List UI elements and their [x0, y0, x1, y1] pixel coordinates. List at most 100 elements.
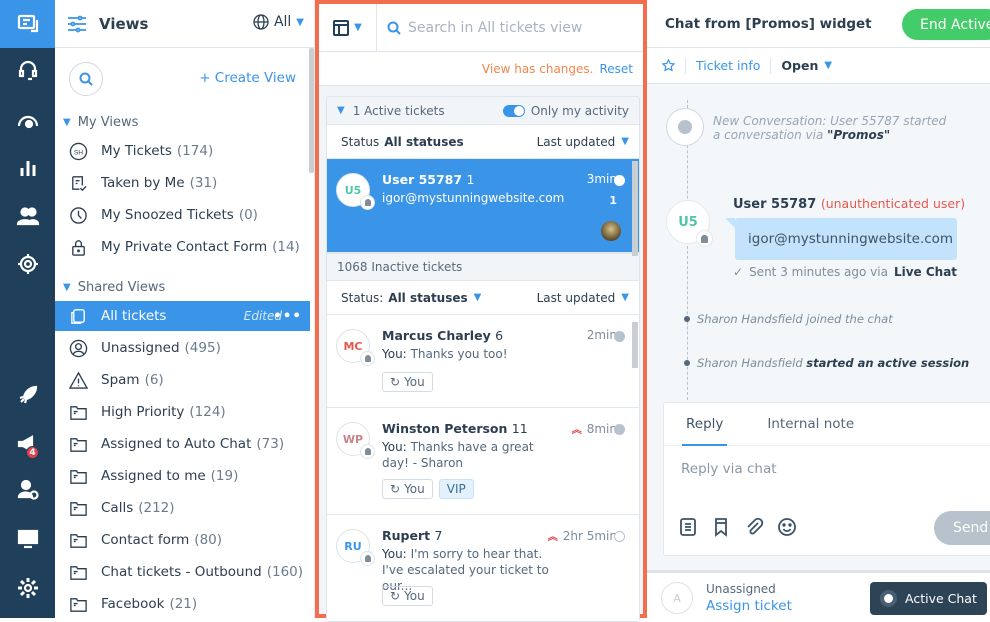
tab-reply[interactable]: Reply — [681, 416, 728, 446]
rail-settings[interactable] — [0, 568, 55, 608]
rail-rocket[interactable] — [0, 375, 55, 415]
view-count: (21) — [169, 596, 198, 612]
status-label: Status: — [341, 290, 384, 305]
toggle-switch[interactable] — [502, 104, 525, 117]
template-icon[interactable] — [678, 517, 698, 537]
view-assigned-to-me[interactable]: Assigned to me (19) — [55, 461, 310, 491]
active-chat-button[interactable]: Active Chat — [870, 582, 987, 615]
avatar-initials: U5 — [678, 214, 698, 230]
star-icon[interactable] — [662, 59, 675, 72]
event-dot — [684, 316, 690, 322]
view-label: My Tickets — [101, 143, 172, 159]
view-calls[interactable]: Calls (212) — [55, 493, 310, 523]
view-my-snoozed[interactable]: My Snoozed Tickets (0) — [55, 200, 310, 230]
inactive-list-scrollbar[interactable] — [632, 322, 638, 368]
rocket-icon — [19, 385, 37, 404]
folder-icon — [67, 465, 89, 487]
active-tickets-header[interactable]: ▼ 1 Active tickets Only my activity — [327, 97, 639, 125]
svg-text:SH: SH — [73, 149, 82, 156]
active-filter-bar: Status All statuses Last updated ▼ — [327, 125, 639, 159]
view-spam[interactable]: Spam (6) — [55, 365, 310, 395]
event-text: joined the chat — [806, 312, 893, 326]
customer-avatar: WP — [336, 422, 375, 459]
filter-sliders-icon[interactable] — [67, 15, 87, 33]
user-channel-icon — [614, 531, 625, 542]
view-my-tickets[interactable]: SH My Tickets (174) — [55, 136, 310, 166]
status-dropdown[interactable]: Open ▼ — [781, 58, 832, 73]
create-view-link[interactable]: + Create View — [199, 70, 296, 86]
rail-announcements[interactable]: 4 — [0, 424, 55, 464]
search-icon — [79, 72, 93, 86]
active-list-scrollbar[interactable] — [632, 161, 638, 256]
author-name: User 55787 — [733, 197, 817, 212]
assignment-footer: A Unassigned Assign ticket Active Chat — [647, 570, 990, 618]
status-filter[interactable]: All statuses — [388, 291, 467, 305]
dashboard-gauge-icon — [17, 115, 38, 129]
sort-dropdown[interactable]: Last updated ▼ — [537, 291, 629, 305]
attachment-icon[interactable] — [744, 517, 764, 537]
rail-conversations[interactable] — [0, 0, 55, 48]
shared-views-section-toggle[interactable]: ▼ Shared Views — [63, 280, 165, 295]
ticket-time: ︽ 2hr 5min — [547, 528, 617, 544]
end-active-button[interactable]: End Active — [902, 9, 990, 40]
views-search-button[interactable] — [69, 62, 103, 96]
ticket-search-input[interactable]: Search in All tickets view — [377, 20, 582, 36]
chevron-down-icon: ▼ — [473, 292, 482, 303]
folder-icon — [67, 529, 89, 551]
ticket-row[interactable]: WP Winston Peterson 11 You: Thanks have … — [327, 408, 639, 515]
rail-dashboard[interactable] — [0, 101, 55, 141]
send-button[interactable]: Send — [934, 511, 990, 545]
view-my-private-contact-form[interactable]: My Private Contact Form (14) — [55, 232, 310, 262]
message-count: 6 — [495, 328, 504, 343]
vip-tag: VIP — [438, 479, 474, 499]
rail-reports[interactable] — [0, 148, 55, 188]
target-icon — [17, 254, 38, 274]
ticket-info-link[interactable]: Ticket info — [696, 58, 760, 73]
emoji-icon[interactable] — [777, 517, 797, 537]
view-taken-by-me[interactable]: Taken by Me (31) — [55, 168, 310, 198]
ticket-row-selected[interactable]: U5 User 55787 1 igor@mystunningwebsite.c… — [327, 159, 639, 253]
rail-monitor[interactable] — [0, 519, 55, 559]
monitor-icon — [17, 529, 38, 549]
view-facebook[interactable]: Facebook (21) — [55, 589, 310, 619]
ticket-row[interactable]: RU Rupert 7 You: I'm sorry to hear that.… — [327, 515, 639, 621]
high-priority-icon: ︽ — [547, 532, 558, 543]
reply-input[interactable]: Reply via chat — [681, 461, 777, 477]
view-count: (31) — [189, 175, 218, 191]
status-filter[interactable]: All statuses — [384, 135, 463, 149]
rail-target[interactable] — [0, 244, 55, 284]
reply-composer: Reply Internal note Reply via chat Send — [663, 402, 990, 556]
assign-ticket-link[interactable]: Assign ticket — [706, 598, 792, 614]
view-changes-bar: View has changes. Reset — [319, 52, 643, 86]
my-views-section-toggle[interactable]: ▼ My Views — [63, 115, 138, 130]
rail-contacts[interactable] — [0, 196, 55, 236]
clock-icon — [67, 204, 89, 226]
views-filter-dropdown[interactable]: All ▼ — [253, 14, 304, 30]
view-high-priority[interactable]: High Priority (124) — [55, 397, 310, 427]
layout-toggle-button[interactable]: ▼ — [319, 3, 377, 52]
rail-headset[interactable] — [0, 50, 55, 90]
tab-internal-note[interactable]: Internal note — [767, 416, 854, 432]
view-contact-form[interactable]: Contact form (80) — [55, 525, 310, 555]
ticket-row[interactable]: MC Marcus Charley 6 You: Thanks you too!… — [327, 315, 639, 408]
bookmark-icon[interactable] — [711, 517, 731, 537]
views-scrollbar[interactable] — [309, 48, 314, 173]
user-type-icon — [360, 444, 375, 459]
view-unassigned[interactable]: Unassigned (495) — [55, 333, 310, 363]
event-text: started an active session — [806, 356, 970, 370]
view-assigned-to-auto-chat[interactable]: Assigned to Auto Chat (73) — [55, 429, 310, 459]
reset-link[interactable]: Reset — [599, 62, 633, 76]
view-count: (0) — [238, 207, 258, 223]
toggle-label: Only my activity — [530, 103, 629, 118]
view-all-tickets[interactable]: All tickets Edited ••• — [55, 301, 310, 331]
view-label: High Priority — [101, 404, 185, 420]
ticket-list-panel: ▼ Search in All tickets view View has ch… — [315, 0, 647, 622]
more-options-icon[interactable]: ••• — [273, 308, 302, 324]
ticket-check-icon — [67, 172, 89, 194]
rail-add-user[interactable] — [0, 469, 55, 509]
view-chat-tickets-outbound[interactable]: Chat tickets - Outbound (160) — [55, 557, 310, 587]
only-my-activity-toggle[interactable]: Only my activity — [502, 103, 629, 118]
sort-dropdown[interactable]: Last updated ▼ — [537, 135, 629, 149]
my-views-heading: My Views — [77, 115, 139, 130]
view-label: Spam — [101, 372, 140, 388]
